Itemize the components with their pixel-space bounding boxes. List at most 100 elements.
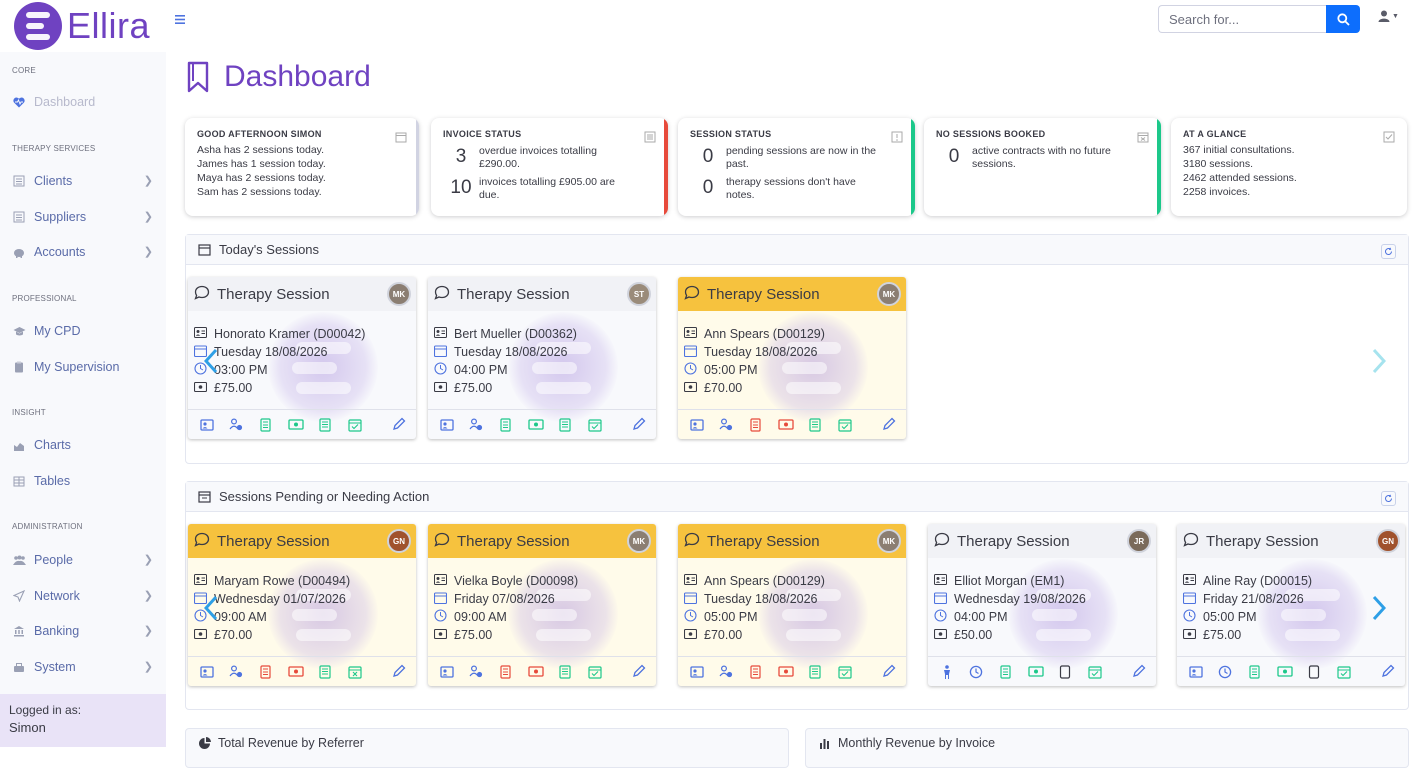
sidebar-item-charts[interactable]: Charts [12,435,157,455]
notes-icon[interactable] [1050,664,1080,680]
therapist-avatar[interactable]: MK [877,529,901,553]
session-status-card[interactable]: SESSION STATUS 0 pending sessions are now… [678,118,915,216]
sidebar-item-system[interactable]: System ❯ [12,657,157,677]
invoice-icon[interactable] [741,417,771,433]
session-card[interactable]: Therapy Session GN Aline Ray (D00015) Frida… [1177,524,1405,686]
calendar-x-icon[interactable] [340,664,370,680]
client-name[interactable]: Ann Spears (D00129) [704,327,825,341]
search-button[interactable] [1326,5,1360,33]
therapist-avatar[interactable]: MK [877,282,901,306]
notes-icon[interactable] [800,417,830,433]
session-card[interactable]: Therapy Session MK Ann Spears (D00129) Tues… [678,277,906,439]
notes-icon[interactable] [550,664,580,680]
therapist-avatar[interactable]: GN [387,529,411,553]
edit-pencil-icon[interactable] [632,417,646,436]
calendar-check-icon[interactable] [1329,664,1359,680]
client-details-icon[interactable] [682,664,712,680]
client-name[interactable]: Elliot Morgan (EM1) [954,574,1064,588]
sidebar-toggle-icon[interactable] [175,11,185,27]
sidebar-item-accounts[interactable]: Accounts ❯ [12,242,157,262]
edit-pencil-icon[interactable] [1132,664,1146,683]
invoice-icon[interactable] [991,664,1021,680]
invoice-icon[interactable] [491,417,521,433]
invoice-status-card[interactable]: INVOICE STATUS 3 overdue invoices totalli… [431,118,668,216]
edit-pencil-icon[interactable] [632,664,646,683]
invoice-icon[interactable] [491,664,521,680]
edit-pencil-icon[interactable] [1381,664,1395,683]
edit-pencil-icon[interactable] [392,417,406,436]
therapist-avatar[interactable]: MK [627,529,651,553]
session-card[interactable]: Therapy Session JR Elliot Morgan (EM1) Wedn… [928,524,1156,686]
notes-icon[interactable] [800,664,830,680]
client-details-icon[interactable] [192,417,222,433]
sidebar-item-people[interactable]: People ❯ [12,550,157,570]
no-sessions-card[interactable]: NO SESSIONS BOOKED 0 active contracts wit… [924,118,1161,216]
session-card[interactable]: Therapy Session MK Honorato Kramer (D00042… [188,277,416,439]
calendar-check-icon[interactable] [830,417,860,433]
sidebar-item-network[interactable]: Network ❯ [12,586,157,606]
invoice-icon[interactable] [251,417,281,433]
notes-icon[interactable] [310,417,340,433]
client-name[interactable]: Vielka Boyle (D00098) [454,574,578,588]
calendar-check-icon[interactable] [580,664,610,680]
edit-pencil-icon[interactable] [882,664,896,683]
clock-icon[interactable] [1211,664,1241,680]
sidebar-item-my-supervision[interactable]: My Supervision [12,357,157,377]
user-check-icon[interactable] [222,664,252,680]
session-card[interactable]: Therapy Session MK Ann Spears (D00129) Tues… [678,524,906,686]
sidebar-item-dashboard[interactable]: Dashboard [12,92,157,112]
brand-logo[interactable]: Ellira [14,2,150,50]
client-name[interactable]: Aline Ray (D00015) [1203,574,1312,588]
client-name[interactable]: Honorato Kramer (D00042) [214,327,365,341]
session-card[interactable]: Therapy Session GN Maryam Rowe (D00494) Wed… [188,524,416,686]
user-check-icon[interactable] [712,664,742,680]
invoice-icon[interactable] [741,664,771,680]
sidebar-item-my-cpd[interactable]: My CPD [12,321,157,341]
calendar-check-icon[interactable] [340,417,370,433]
search-input[interactable]: Search for... [1158,5,1326,33]
client-details-icon[interactable] [432,417,462,433]
carousel-next-icon[interactable] [1372,595,1387,629]
sidebar-item-tables[interactable]: Tables [12,471,157,491]
client-details-icon[interactable] [682,417,712,433]
therapist-avatar[interactable]: JR [1127,529,1151,553]
session-card[interactable]: Therapy Session ST Bert Mueller (D00362) Tu… [428,277,656,439]
calendar-check-icon[interactable] [580,417,610,433]
refresh-button[interactable] [1381,491,1396,506]
sidebar-item-banking[interactable]: Banking ❯ [12,621,157,641]
client-details-icon[interactable] [432,664,462,680]
invoice-icon[interactable] [251,664,281,680]
client-name[interactable]: Ann Spears (D00129) [704,574,825,588]
payment-icon[interactable] [281,664,311,680]
invoice-icon[interactable] [1240,664,1270,680]
payment-icon[interactable] [1270,664,1300,680]
attendance-icon[interactable] [932,664,962,680]
refresh-button[interactable] [1381,244,1396,259]
carousel-next-icon[interactable] [1372,348,1387,382]
client-name[interactable]: Maryam Rowe (D00494) [214,574,350,588]
payment-icon[interactable] [521,664,551,680]
notes-icon[interactable] [310,664,340,680]
user-check-icon[interactable] [712,417,742,433]
user-check-icon[interactable] [462,417,492,433]
calendar-check-icon[interactable] [1080,664,1110,680]
client-name[interactable]: Bert Mueller (D00362) [454,327,577,341]
client-details-icon[interactable] [192,664,222,680]
therapist-avatar[interactable]: MK [387,282,411,306]
carousel-prev-icon[interactable] [203,595,218,629]
payment-icon[interactable] [771,664,801,680]
session-card[interactable]: Therapy Session MK Vielka Boyle (D00098) Fr… [428,524,656,686]
user-check-icon[interactable] [462,664,492,680]
user-check-icon[interactable] [222,417,252,433]
therapist-avatar[interactable]: ST [627,282,651,306]
payment-icon[interactable] [281,417,311,433]
payment-icon[interactable] [1021,664,1051,680]
carousel-prev-icon[interactable] [203,348,218,382]
sidebar-item-clients[interactable]: Clients ❯ [12,171,157,191]
calendar-check-icon[interactable] [830,664,860,680]
clock-icon[interactable] [962,664,992,680]
edit-pencil-icon[interactable] [882,417,896,436]
sidebar-item-suppliers[interactable]: Suppliers ❯ [12,207,157,227]
notes-icon[interactable] [1299,664,1329,680]
user-menu[interactable]: ▼ [1378,10,1399,22]
